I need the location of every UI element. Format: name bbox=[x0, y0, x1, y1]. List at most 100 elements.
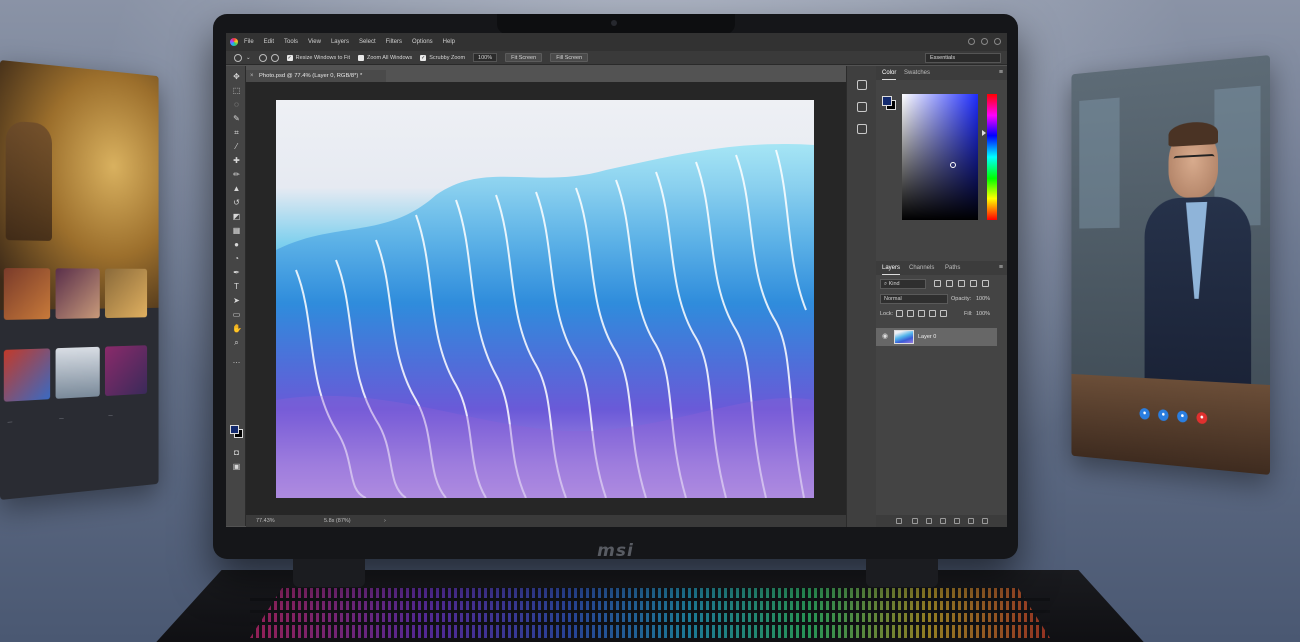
tab-channels[interactable]: Channels bbox=[909, 261, 934, 275]
lasso-tool-icon[interactable]: ◌ bbox=[232, 100, 241, 109]
properties-icon[interactable] bbox=[857, 102, 867, 112]
fx-icon[interactable] bbox=[912, 518, 918, 524]
link-icon[interactable] bbox=[896, 518, 902, 524]
fill-value[interactable]: 100% bbox=[976, 309, 990, 319]
adjustment-layer-icon[interactable] bbox=[940, 518, 946, 524]
crop-tool-icon[interactable]: ⌗ bbox=[232, 128, 241, 137]
thumbnail[interactable] bbox=[3, 348, 51, 402]
stamp-tool-icon[interactable]: ▲ bbox=[232, 184, 241, 193]
filter-adjustment-icon[interactable] bbox=[946, 280, 953, 287]
path-select-tool-icon[interactable]: ➤ bbox=[232, 296, 241, 305]
dodge-tool-icon[interactable]: ◔ bbox=[232, 254, 241, 263]
quick-select-tool-icon[interactable]: ✎ bbox=[232, 114, 241, 123]
panel-menu-icon[interactable]: ≡ bbox=[999, 261, 1003, 275]
tab-color[interactable]: Color bbox=[882, 66, 897, 80]
menu-tools[interactable]: Tools bbox=[284, 39, 298, 45]
tab-swatches[interactable]: Swatches bbox=[904, 66, 930, 80]
chevron-down-icon[interactable]: ⌄ bbox=[246, 55, 251, 61]
zoom-in-icon[interactable] bbox=[258, 53, 267, 62]
pen-tool-icon[interactable]: ✒ bbox=[232, 268, 241, 277]
layer-row[interactable]: ◉ Layer 0 bbox=[876, 328, 997, 346]
adjustments-icon[interactable] bbox=[857, 124, 867, 134]
hue-marker[interactable] bbox=[982, 130, 986, 136]
zoom-out-icon[interactable] bbox=[270, 53, 279, 62]
marquee-tool-icon[interactable]: ⬚ bbox=[232, 86, 241, 95]
end-call-icon[interactable]: ● bbox=[1196, 411, 1208, 425]
thumbnail[interactable] bbox=[104, 345, 148, 397]
foreground-color-swatch[interactable] bbox=[230, 425, 239, 434]
scrubby-zoom-checkbox[interactable]: ✓ bbox=[420, 54, 427, 61]
fit-screen-button[interactable]: Fit Screen bbox=[505, 53, 543, 62]
thumbnail[interactable] bbox=[55, 346, 100, 399]
mic-icon[interactable]: ● bbox=[1139, 407, 1150, 420]
blur-tool-icon[interactable]: ● bbox=[232, 240, 241, 249]
menu-help[interactable]: Help bbox=[443, 39, 455, 45]
canvas-area[interactable] bbox=[246, 82, 846, 515]
hand-tool-icon[interactable]: ✋ bbox=[232, 324, 242, 333]
resize-windows-checkbox[interactable]: ✓ bbox=[286, 54, 293, 61]
hue-slider[interactable] bbox=[987, 94, 997, 220]
history-brush-icon[interactable]: ↺ bbox=[232, 198, 241, 207]
panel-menu-icon[interactable]: ≡ bbox=[999, 66, 1003, 80]
type-tool-icon[interactable]: T bbox=[232, 282, 241, 291]
edit-toolbar-icon[interactable]: … bbox=[232, 356, 241, 365]
new-layer-icon[interactable] bbox=[968, 518, 974, 524]
eye-icon[interactable]: ◉ bbox=[882, 332, 888, 340]
zoom-tool-icon[interactable] bbox=[234, 53, 242, 62]
filter-pixel-icon[interactable] bbox=[934, 280, 941, 287]
menu-file[interactable]: File bbox=[244, 39, 254, 45]
screen-mode-icon[interactable]: ▣ bbox=[232, 462, 241, 471]
lock-all-icon[interactable] bbox=[940, 310, 947, 317]
menu-select[interactable]: Select bbox=[359, 39, 376, 45]
status-zoom[interactable]: 77.43% bbox=[256, 515, 275, 527]
menu-view[interactable]: View bbox=[308, 39, 321, 45]
thumbnail[interactable] bbox=[104, 268, 148, 319]
brush-tool-icon[interactable]: ✏ bbox=[232, 170, 241, 179]
foreground-color-chip[interactable] bbox=[882, 96, 892, 106]
layer-name[interactable]: Layer 0 bbox=[918, 328, 936, 346]
menu-options[interactable]: Options bbox=[412, 39, 433, 45]
zoom-percent-field[interactable]: 100% bbox=[473, 53, 498, 62]
eyedropper-tool-icon[interactable]: ⁄ bbox=[232, 142, 241, 151]
close-icon[interactable] bbox=[994, 38, 1001, 45]
quick-mask-icon[interactable]: ◘ bbox=[232, 448, 241, 457]
filter-smart-object-icon[interactable] bbox=[982, 280, 989, 287]
color-picker-cursor[interactable] bbox=[950, 162, 956, 168]
filter-type-icon[interactable] bbox=[958, 280, 965, 287]
filter-shape-icon[interactable] bbox=[970, 280, 977, 287]
menu-edit[interactable]: Edit bbox=[264, 39, 274, 45]
trash-icon[interactable] bbox=[982, 518, 988, 524]
opacity-value[interactable]: 100% bbox=[976, 294, 990, 304]
tab-paths[interactable]: Paths bbox=[945, 261, 960, 275]
menu-filters[interactable]: Filters bbox=[386, 39, 402, 45]
color-picker-field[interactable] bbox=[902, 94, 978, 220]
lock-position-icon[interactable] bbox=[918, 310, 925, 317]
group-icon[interactable] bbox=[954, 518, 960, 524]
camera-icon[interactable]: ● bbox=[1158, 409, 1169, 422]
thumbnail[interactable] bbox=[3, 268, 51, 320]
maximize-icon[interactable] bbox=[981, 38, 988, 45]
zoom-all-windows-checkbox[interactable] bbox=[358, 54, 365, 61]
mask-icon[interactable] bbox=[926, 518, 932, 524]
eraser-tool-icon[interactable]: ◩ bbox=[232, 212, 241, 221]
healing-tool-icon[interactable]: ✚ bbox=[232, 156, 241, 165]
workspace-select[interactable]: Essentials bbox=[925, 53, 1001, 63]
lock-artboard-icon[interactable] bbox=[929, 310, 936, 317]
shape-tool-icon[interactable]: ▭ bbox=[232, 310, 241, 319]
minimize-icon[interactable] bbox=[968, 38, 975, 45]
lock-transparent-icon[interactable] bbox=[896, 310, 903, 317]
document-tab[interactable]: × Photo.psd @ 77.4% (Layer 0, RGB/8*) * bbox=[246, 70, 386, 82]
lock-image-icon[interactable] bbox=[907, 310, 914, 317]
share-icon[interactable]: ● bbox=[1177, 410, 1188, 423]
fill-screen-button[interactable]: Fill Screen bbox=[550, 53, 589, 62]
menu-layers[interactable]: Layers bbox=[331, 39, 349, 45]
blend-mode-select[interactable]: Normal bbox=[880, 294, 948, 304]
gradient-tool-icon[interactable]: ▦ bbox=[232, 226, 241, 235]
tab-layers[interactable]: Layers bbox=[882, 261, 901, 275]
artwork-image[interactable] bbox=[276, 100, 814, 498]
layer-thumbnail[interactable] bbox=[894, 330, 914, 344]
close-icon[interactable]: × bbox=[250, 70, 254, 82]
status-arrow-icon[interactable]: › bbox=[384, 515, 386, 527]
layer-kind-filter[interactable]: ⌕ Kind bbox=[880, 279, 926, 289]
zoom-tool-icon[interactable]: ⌕ bbox=[232, 338, 241, 347]
